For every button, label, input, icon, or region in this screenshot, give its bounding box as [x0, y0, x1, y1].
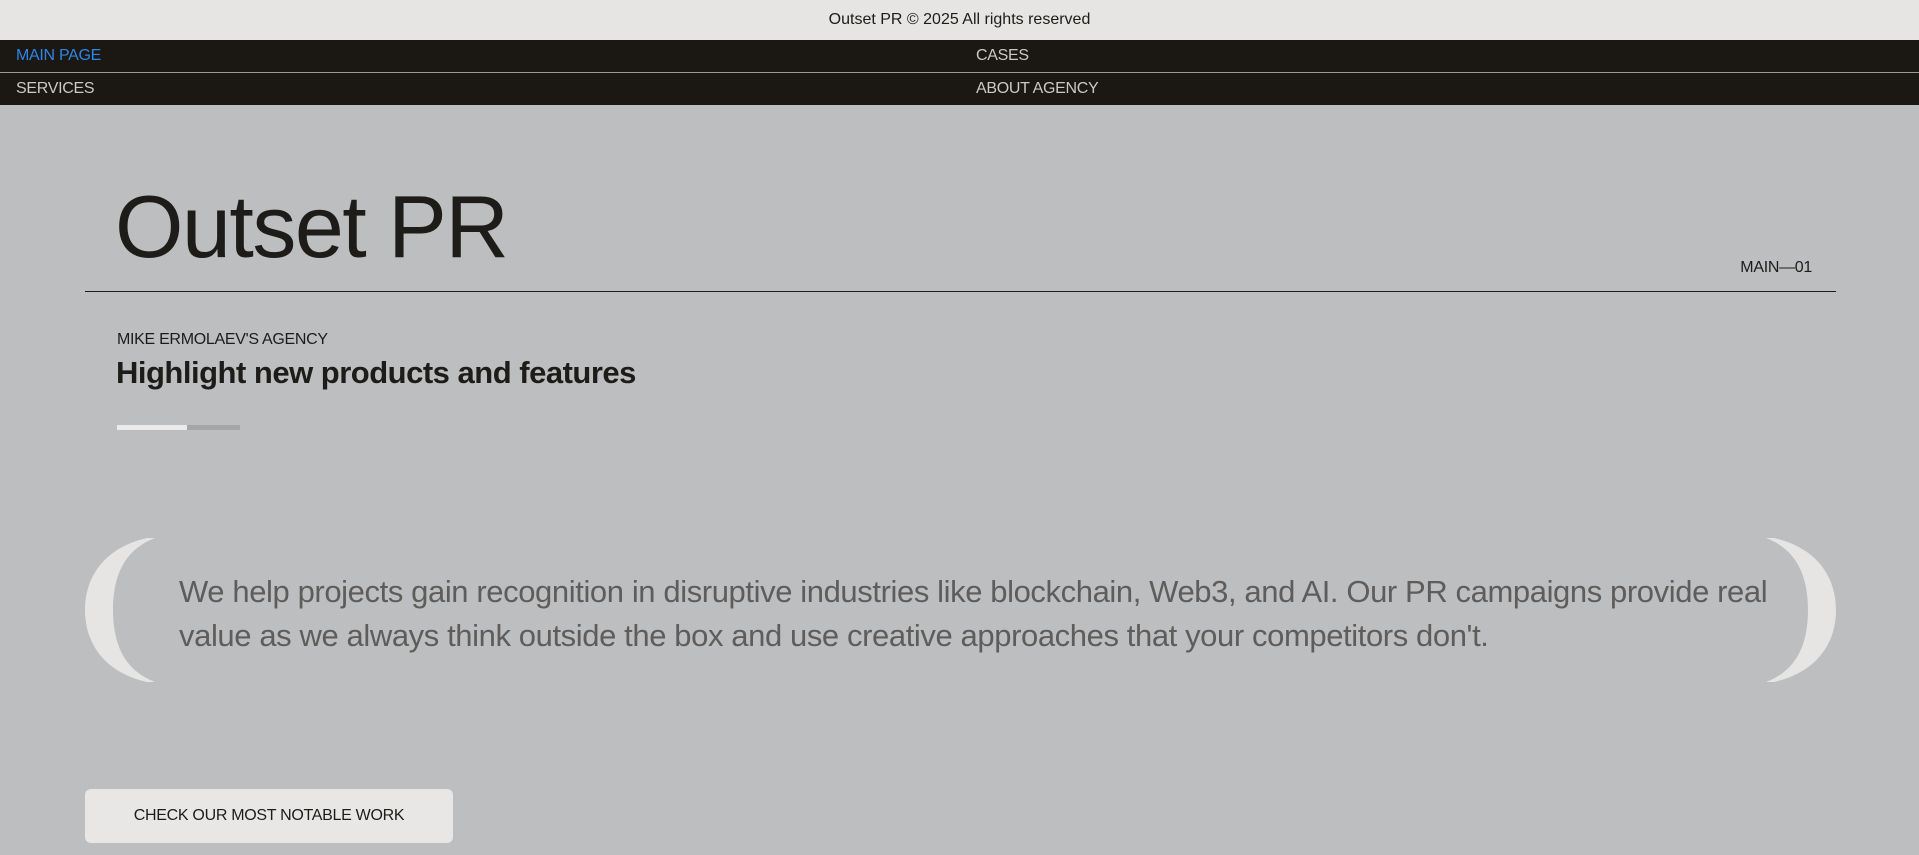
nav-item-about-agency[interactable]: ABOUT AGENCY — [960, 73, 1919, 105]
nav-item-main-page[interactable]: MAIN PAGE — [0, 40, 960, 73]
nav-item-cases[interactable]: CASES — [960, 40, 1919, 73]
copyright-text: Outset PR © 2025 All rights reserved — [828, 11, 1091, 28]
left-bracket-icon — [85, 538, 155, 682]
notable-work-button[interactable]: CHECK OUR MOST NOTABLE WORK — [85, 789, 453, 843]
main-nav: MAIN PAGE CASES SERVICES ABOUT AGENCY — [0, 40, 1919, 105]
right-bracket-icon — [1766, 538, 1836, 682]
hero-section: Outset PR MAIN—01 MIKE ERMOLAEV'S AGENCY… — [0, 105, 1919, 855]
mission-quote: We help projects gain recognition in dis… — [85, 538, 1836, 682]
copyright-bar: Outset PR © 2025 All rights reserved — [0, 0, 1919, 40]
slider-progress[interactable] — [117, 425, 240, 430]
slider-progress-fill — [117, 425, 188, 430]
hero-subtitle: Highlight new products and features — [116, 355, 636, 390]
nav-item-services[interactable]: SERVICES — [0, 73, 960, 105]
quote-text: We help projects gain recognition in dis… — [179, 574, 1768, 653]
title-divider — [85, 291, 1836, 292]
agency-label: MIKE ERMOLAEV'S AGENCY — [117, 331, 328, 348]
section-index: MAIN—01 — [1740, 259, 1812, 276]
page-title: Outset PR — [115, 177, 509, 276]
